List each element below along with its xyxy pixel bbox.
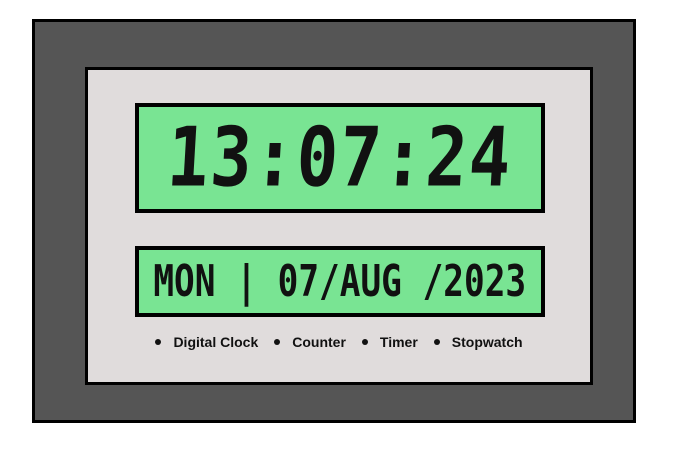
date-display: MON | 07/AUG /2023 <box>135 246 545 317</box>
date-readout: MON | 07/AUG /2023 <box>153 256 527 307</box>
nav-item-label: Timer <box>379 334 418 350</box>
nav-item-label: Stopwatch <box>451 334 523 350</box>
nav-item-timer[interactable]: Timer <box>361 334 418 350</box>
clock-panel: 13:07:24 MON | 07/AUG /2023 Digital Cloc… <box>85 67 593 385</box>
bullet-icon <box>155 339 162 345</box>
bullet-icon <box>274 339 281 345</box>
nav-item-digital-clock[interactable]: Digital Clock <box>155 334 258 350</box>
nav-item-counter[interactable]: Counter <box>274 334 346 350</box>
nav-item-label: Digital Clock <box>173 334 259 350</box>
mode-nav: Digital Clock Counter Timer Stopwatch <box>88 334 590 350</box>
bullet-icon <box>433 339 440 345</box>
time-readout: 13:07:24 <box>164 110 516 206</box>
nav-item-label: Counter <box>292 334 346 350</box>
bullet-icon <box>361 339 368 345</box>
nav-item-stopwatch[interactable]: Stopwatch <box>433 334 523 350</box>
outer-frame: 13:07:24 MON | 07/AUG /2023 Digital Cloc… <box>32 19 636 423</box>
time-display: 13:07:24 <box>135 103 545 213</box>
